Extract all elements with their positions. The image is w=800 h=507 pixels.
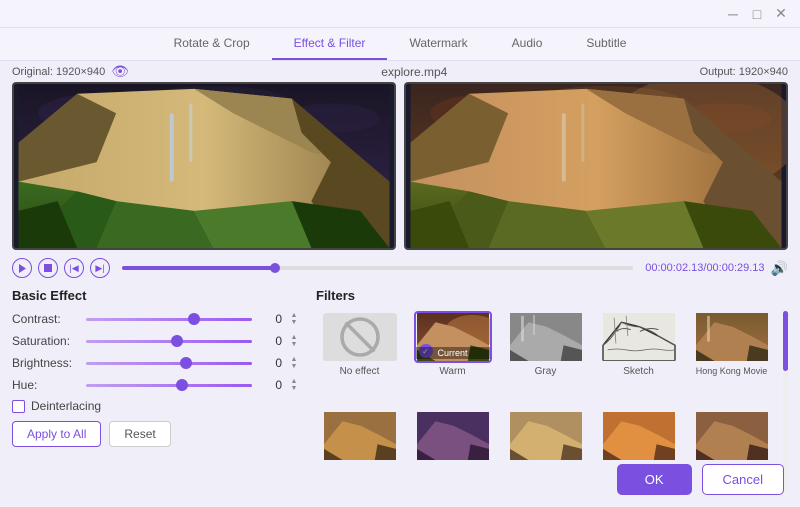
deinterlacing-label: Deinterlacing [31, 399, 101, 413]
filter-thumb-10 [693, 410, 771, 462]
filter-thumb-9 [600, 410, 678, 462]
progress-bar[interactable] [122, 266, 633, 270]
filters-scrollbar-thumb [783, 311, 788, 371]
video-info-row: Original: 1920×940 👁 explore.mp4 Output:… [0, 61, 800, 82]
contrast-row: Contrast: 0 ▲ ▼ [12, 311, 300, 327]
filter-no-effect[interactable]: No effect [316, 311, 403, 404]
saturation-down[interactable]: ▼ [288, 341, 300, 348]
close-button[interactable]: ✕ [774, 7, 788, 21]
filter-thumb-7 [414, 410, 492, 462]
tab-rotate-crop[interactable]: Rotate & Crop [152, 28, 272, 60]
filename: explore.mp4 [381, 65, 447, 79]
ok-button[interactable]: OK [617, 464, 692, 495]
hue-value: 0 [258, 378, 282, 392]
contrast-slider[interactable] [86, 311, 252, 327]
brightness-slider[interactable] [86, 355, 252, 371]
original-info: Original: 1920×940 [12, 66, 105, 78]
tab-effect-filter[interactable]: Effect & Filter [272, 28, 388, 60]
output-video[interactable] [404, 82, 788, 250]
brightness-label: Brightness: [12, 356, 80, 370]
filter-thumb-gray [507, 311, 585, 363]
filter-warm[interactable]: ✓ Current Warm [409, 311, 496, 404]
filter-name-warm: Warm [439, 366, 465, 377]
tab-bar: Rotate & Crop Effect & Filter Watermark … [0, 28, 800, 61]
playback-controls: |◀ ▶| 00:00:02.13/00:00:29.13 🔊 [0, 254, 800, 282]
reset-button[interactable]: Reset [109, 421, 170, 447]
hue-label: Hue: [12, 378, 80, 392]
action-buttons: Apply to All Reset [12, 421, 300, 447]
filter-thumb-sketch [600, 311, 678, 363]
maximize-button[interactable]: □ [750, 7, 764, 21]
filter-8[interactable] [502, 410, 589, 492]
window-controls: ─ □ ✕ [726, 7, 788, 21]
filter-thumb-8 [507, 410, 585, 462]
volume-icon[interactable]: 🔊 [771, 260, 788, 277]
deinterlacing-row: Deinterlacing [12, 399, 300, 413]
filter-name-gray: Gray [535, 366, 557, 377]
cancel-button[interactable]: Cancel [702, 464, 784, 495]
saturation-up[interactable]: ▲ [288, 334, 300, 341]
hue-up[interactable]: ▲ [288, 378, 300, 385]
progress-thumb [270, 263, 280, 273]
brightness-up[interactable]: ▲ [288, 356, 300, 363]
videos-container [0, 82, 800, 254]
eye-icon[interactable]: 👁 [111, 63, 129, 80]
filter-gray[interactable]: Gray [502, 311, 589, 404]
brightness-row: Brightness: 0 ▲ ▼ [12, 355, 300, 371]
filters-panel: Filters No effect [316, 288, 788, 491]
prev-frame-button[interactable]: |◀ [64, 258, 84, 278]
basic-effect-panel: Basic Effect Contrast: 0 ▲ ▼ Saturation: [12, 288, 300, 491]
filter-thumb-warm: ✓ Current [414, 311, 492, 363]
deinterlacing-checkbox[interactable] [12, 400, 25, 413]
filter-thumb-no-effect [321, 311, 399, 363]
contrast-value: 0 [258, 312, 282, 326]
play-button[interactable] [12, 258, 32, 278]
brightness-down[interactable]: ▼ [288, 363, 300, 370]
contrast-label: Contrast: [12, 312, 80, 326]
filter-hk-movie[interactable]: Hong Kong Movie [688, 311, 775, 404]
saturation-spinner[interactable]: ▲ ▼ [288, 334, 300, 348]
hue-row: Hue: 0 ▲ ▼ [12, 377, 300, 393]
saturation-label: Saturation: [12, 334, 80, 348]
contrast-spinner[interactable]: ▲ ▼ [288, 312, 300, 326]
filter-sketch[interactable]: Sketch [595, 311, 682, 404]
contrast-up[interactable]: ▲ [288, 312, 300, 319]
next-frame-button[interactable]: ▶| [90, 258, 110, 278]
hue-spinner[interactable]: ▲ ▼ [288, 378, 300, 392]
filter-name-sketch: Sketch [623, 366, 654, 377]
apply-all-button[interactable]: Apply to All [12, 421, 101, 447]
saturation-row: Saturation: 0 ▲ ▼ [12, 333, 300, 349]
brightness-spinner[interactable]: ▲ ▼ [288, 356, 300, 370]
filter-name-hk-movie: Hong Kong Movie [696, 366, 768, 376]
filter-current-label: Current [416, 347, 490, 359]
bottom-bar: OK Cancel [617, 464, 784, 495]
hue-down[interactable]: ▼ [288, 385, 300, 392]
output-info: Output: 1920×940 [700, 66, 788, 78]
saturation-slider[interactable] [86, 333, 252, 349]
progress-fill [122, 266, 275, 270]
tab-audio[interactable]: Audio [490, 28, 565, 60]
contrast-down[interactable]: ▼ [288, 319, 300, 326]
brightness-value: 0 [258, 356, 282, 370]
filter-name-no-effect: No effect [340, 366, 380, 377]
minimize-button[interactable]: ─ [726, 7, 740, 21]
hue-slider[interactable] [86, 377, 252, 393]
original-video[interactable] [12, 82, 396, 250]
time-display: 00:00:02.13/00:00:29.13 [645, 262, 764, 274]
filters-title: Filters [316, 288, 788, 303]
stop-button[interactable] [38, 258, 58, 278]
tab-watermark[interactable]: Watermark [387, 28, 489, 60]
tab-subtitle[interactable]: Subtitle [564, 28, 648, 60]
filter-thumb-hk-movie [693, 311, 771, 363]
no-effect-icon [323, 313, 397, 361]
filter-7[interactable] [409, 410, 496, 492]
title-bar: ─ □ ✕ [0, 0, 800, 28]
filter-thumb-6 [321, 410, 399, 462]
saturation-value: 0 [258, 334, 282, 348]
basic-effect-title: Basic Effect [12, 288, 300, 303]
filter-6[interactable] [316, 410, 403, 492]
